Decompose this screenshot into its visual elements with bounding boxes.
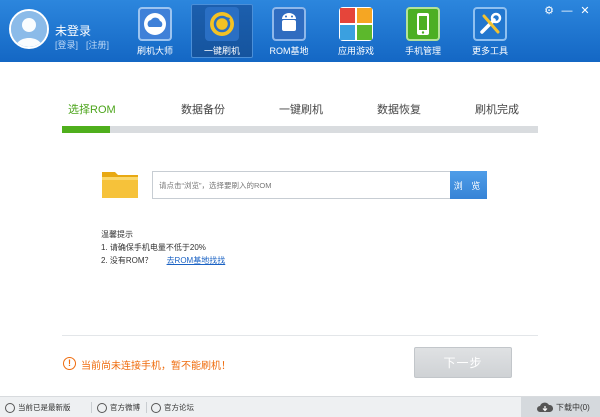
refresh-icon <box>205 7 239 41</box>
phone-icon <box>406 7 440 41</box>
nav-label: ROM基地 <box>269 46 309 56</box>
next-step-button[interactable]: 下一步 <box>414 347 512 378</box>
user-name: 未登录 <box>55 24 92 38</box>
tools-icon <box>473 7 507 41</box>
avatar[interactable] <box>9 9 49 49</box>
rom-base-link[interactable]: 去ROM基地找找 <box>167 256 226 265</box>
flash-steps: 选择ROM 数据备份 一键刷机 数据恢复 刷机完成 <box>62 101 538 117</box>
download-cloud-icon <box>537 402 553 412</box>
folder-icon <box>101 167 139 199</box>
cloud-icon <box>138 7 172 41</box>
tip-no-rom: 2. 没有ROM？ 去ROM基地找找 <box>101 254 225 267</box>
version-status[interactable]: 当前已是最新版 <box>5 402 71 413</box>
status-bar: 当前已是最新版 官方微博 官方论坛 下载中(0) <box>0 396 600 417</box>
step-data-restore: 数据恢复 <box>377 104 421 116</box>
close-icon[interactable]: ✕ <box>576 4 594 18</box>
footer-separator <box>91 402 92 413</box>
divider <box>62 335 538 336</box>
warning-message: 当前尚未连接手机，暂不能刷机！ <box>81 361 231 372</box>
weibo-link[interactable]: 官方微博 <box>97 402 140 413</box>
progress-fill <box>62 126 110 133</box>
download-manager[interactable]: 下载中(0) <box>521 397 600 417</box>
browse-button[interactable]: 浏 览 <box>450 171 487 199</box>
android-icon <box>272 7 306 41</box>
main-nav: 刷机大师 一键刷机 ROM基地 应用游戏 手机管理 更多工具 <box>124 4 526 58</box>
step-select-rom: 选择ROM <box>68 104 116 116</box>
login-link[interactable]: [登录] <box>55 40 78 50</box>
weibo-icon <box>97 402 107 413</box>
tip-no-rom-text: 2. 没有ROM？ <box>101 256 153 265</box>
nav-label: 一键刷机 <box>203 46 240 56</box>
forum-icon <box>151 402 161 413</box>
nav-more-tools[interactable]: 更多工具 <box>459 4 521 58</box>
warning-icon: ! <box>63 357 76 370</box>
footer-separator <box>146 402 147 413</box>
update-icon <box>5 402 15 413</box>
settings-icon[interactable]: ⚙ <box>540 4 558 18</box>
tip-battery: 1. 请确保手机电量不低于20% <box>101 243 206 252</box>
nav-apps-games[interactable]: 应用游戏 <box>325 4 387 58</box>
step-data-backup: 数据备份 <box>181 104 225 116</box>
register-link[interactable]: [注册] <box>86 40 109 50</box>
nav-label: 更多工具 <box>471 46 508 56</box>
forum-link[interactable]: 官方论坛 <box>151 402 194 413</box>
minimize-icon[interactable]: — <box>558 4 576 18</box>
version-text: 当前已是最新版 <box>18 403 71 412</box>
nav-rom-base[interactable]: ROM基地 <box>258 4 320 58</box>
user-avatar-icon <box>11 11 47 47</box>
window-controls: ⚙ — ✕ <box>540 4 594 18</box>
forum-text: 官方论坛 <box>164 403 194 412</box>
apps-grid-icon <box>339 7 373 41</box>
nav-flash-master[interactable]: 刷机大师 <box>124 4 186 58</box>
download-text: 下载中(0) <box>556 402 590 412</box>
step-one-click-flash: 一键刷机 <box>279 104 323 116</box>
nav-label: 应用游戏 <box>337 46 374 56</box>
tips-block: 温馨提示 1. 请确保手机电量不低于20% 2. 没有ROM？ 去ROM基地找找 <box>101 228 225 267</box>
weibo-text: 官方微博 <box>110 403 140 412</box>
tips-title: 温馨提示 <box>101 230 133 239</box>
nav-one-click-flash[interactable]: 一键刷机 <box>191 4 253 58</box>
user-links: [登录] [注册] <box>55 38 109 51</box>
rom-path-input[interactable] <box>152 171 450 199</box>
nav-label: 手机管理 <box>404 46 441 56</box>
step-flash-complete: 刷机完成 <box>475 104 519 116</box>
nav-label: 刷机大师 <box>136 46 173 56</box>
top-header: 未登录 [登录] [注册] 刷机大师 一键刷机 ROM基地 应用游戏 手机管理 … <box>0 0 600 62</box>
step-progress-bar <box>62 126 538 133</box>
nav-phone-manager[interactable]: 手机管理 <box>392 4 454 58</box>
